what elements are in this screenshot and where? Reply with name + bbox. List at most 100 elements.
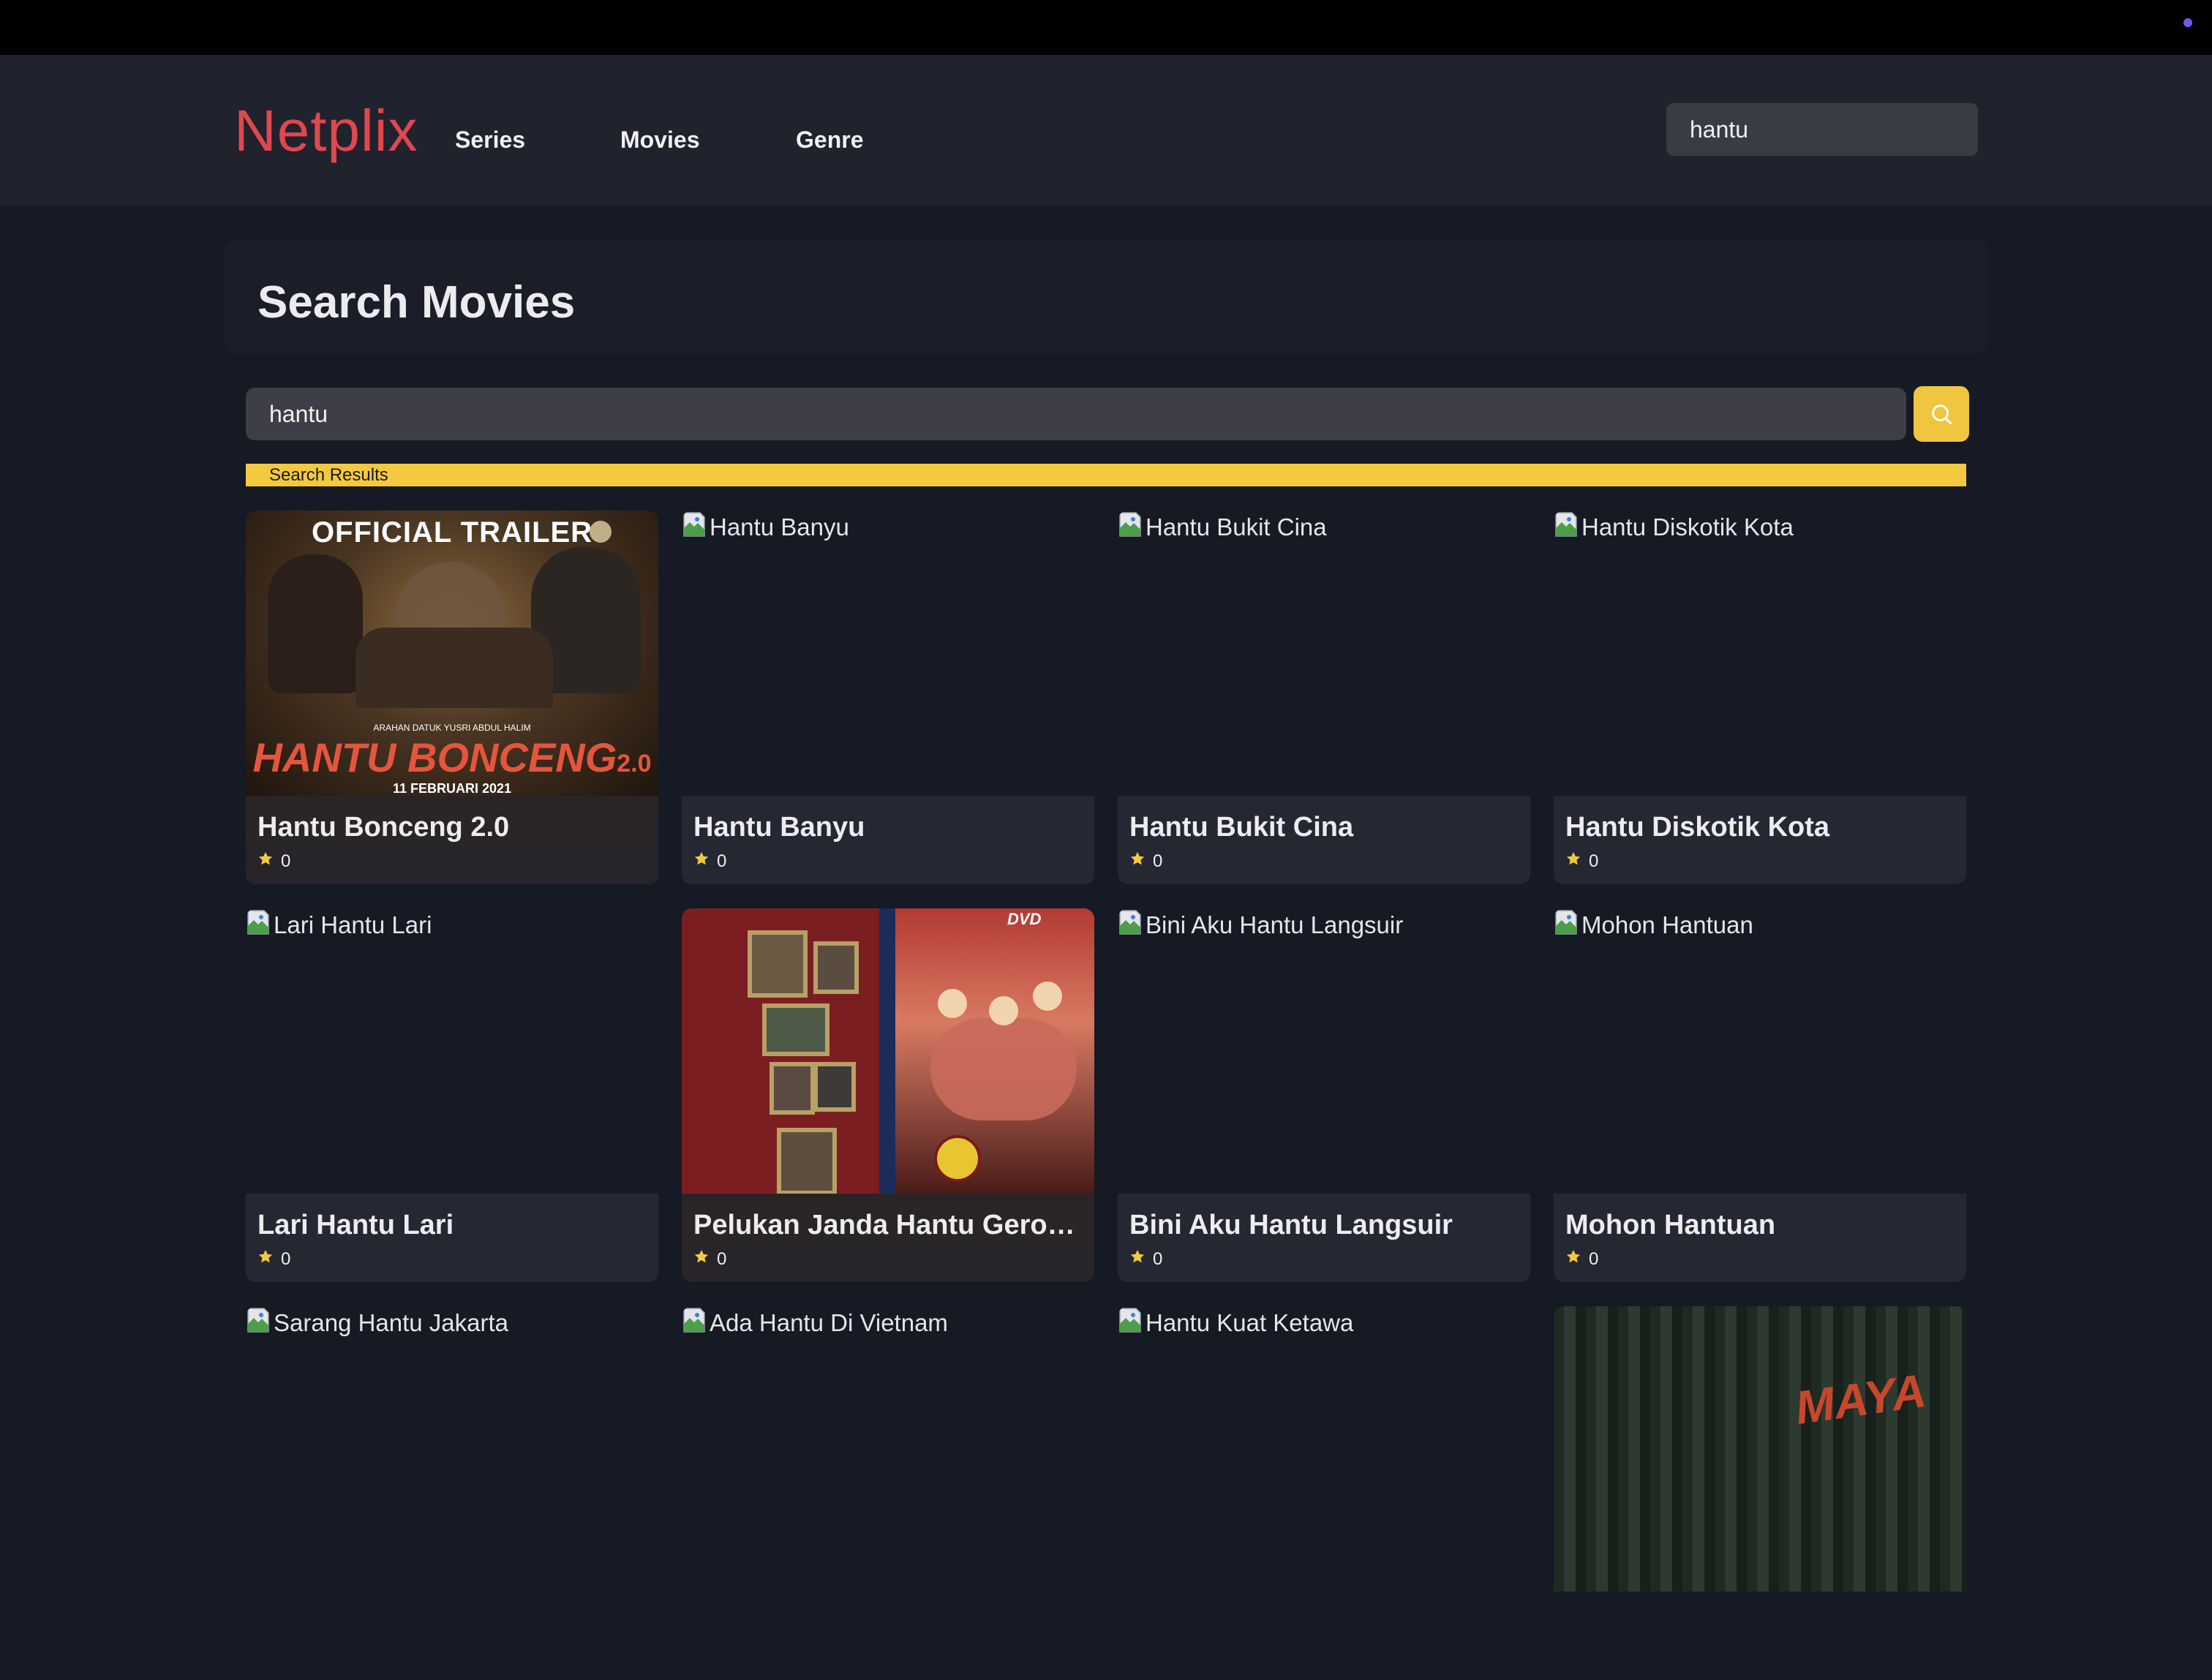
movie-title[interactable]: Mohon Hantuan <box>1565 1210 1955 1241</box>
movie-poster: MAYA <box>1554 1306 1966 1592</box>
poster-alt-text: Lari Hantu Lari <box>246 908 432 942</box>
broken-image-icon <box>1118 1306 1143 1340</box>
poster-dvd-logo: DVD <box>1007 910 1042 928</box>
movie-rating: 0 <box>693 1248 1083 1270</box>
movie-info: Hantu Banyu 0 <box>682 796 1094 884</box>
movie-card[interactable]: Hantu Bukit Cina Hantu Bukit Cina 0 <box>1118 511 1530 884</box>
broken-image-icon <box>246 908 271 942</box>
movie-rating: 0 <box>257 1248 647 1270</box>
movie-poster: DVD <box>682 908 1094 1194</box>
poster-alt-text: Ada Hantu Di Vietnam <box>682 1306 948 1340</box>
movie-poster: Hantu Banyu <box>682 511 1094 796</box>
broken-image-icon <box>1118 511 1143 544</box>
poster-alt-text: Mohon Hantuan <box>1554 908 1753 942</box>
movie-title[interactable]: Lari Hantu Lari <box>257 1210 647 1241</box>
poster-alt-label: Hantu Banyu <box>710 513 849 540</box>
movie-rating: 0 <box>1565 1248 1955 1270</box>
poster-alt-label: Hantu Diskotik Kota <box>1581 513 1794 540</box>
poster-alt-label: Hantu Bukit Cina <box>1146 513 1327 540</box>
site-logo[interactable]: Netplix <box>234 97 418 165</box>
rating-value: 0 <box>1153 851 1163 871</box>
movie-title[interactable]: Bini Aku Hantu Langsuir <box>1129 1210 1519 1241</box>
search-button[interactable] <box>1914 386 1969 442</box>
movie-card[interactable]: Sarang Hantu Jakarta <box>246 1306 658 1680</box>
movie-poster: Mohon Hantuan <box>1554 908 1966 1194</box>
movie-info: Hantu Bonceng 2.0 0 <box>246 796 658 884</box>
movie-rating: 0 <box>1129 1248 1519 1270</box>
movie-info: Lari Hantu Lari 0 <box>246 1194 658 1282</box>
search-input[interactable] <box>246 388 1906 440</box>
nav-series[interactable]: Series <box>455 127 525 154</box>
broken-image-icon <box>1118 908 1143 942</box>
movie-card[interactable]: Ada Hantu Di Vietnam <box>682 1306 1094 1680</box>
movie-card[interactable]: MAYA <box>1554 1306 1966 1680</box>
poster-alt-text: Sarang Hantu Jakarta <box>246 1306 508 1340</box>
star-icon <box>1565 851 1581 872</box>
poster-alt-label: Bini Aku Hantu Langsuir <box>1146 911 1404 938</box>
movie-info: Pelukan Janda Hantu Geron… 0 <box>682 1194 1094 1282</box>
rating-value: 0 <box>1589 1248 1599 1269</box>
movie-poster: Hantu Diskotik Kota <box>1554 511 1966 796</box>
broken-image-icon <box>682 1306 707 1340</box>
movie-poster: Hantu Bukit Cina <box>1118 511 1530 796</box>
poster-alt-label: Hantu Kuat Ketawa <box>1146 1309 1354 1336</box>
nav-movies[interactable]: Movies <box>620 127 699 154</box>
star-icon <box>257 851 274 872</box>
poster-credit: ARAHAN DATUK YUSRI ABDUL HALIM <box>373 723 531 733</box>
top-navigation: Netplix Series Movies Genre <box>0 55 2212 206</box>
movie-info: Hantu Bukit Cina 0 <box>1118 796 1530 884</box>
star-icon <box>1129 1248 1146 1270</box>
broken-image-icon <box>1554 908 1579 942</box>
movie-title[interactable]: Pelukan Janda Hantu Geron… <box>693 1210 1083 1241</box>
movie-card[interactable]: Bini Aku Hantu Langsuir Bini Aku Hantu La… <box>1118 908 1530 1282</box>
poster-heading: OFFICIAL TRAILER <box>311 516 593 549</box>
star-icon <box>1129 851 1146 872</box>
broken-image-icon <box>682 511 707 544</box>
movie-info: Hantu Diskotik Kota 0 <box>1554 796 1966 884</box>
movie-title[interactable]: Hantu Banyu <box>693 812 1083 843</box>
movie-rating: 0 <box>1565 851 1955 872</box>
poster-alt-text: Hantu Kuat Ketawa <box>1118 1306 1353 1340</box>
movie-card[interactable]: Lari Hantu Lari Lari Hantu Lari 0 <box>246 908 658 1282</box>
poster-alt-label: Sarang Hantu Jakarta <box>274 1309 509 1336</box>
movie-poster: Lari Hantu Lari <box>246 908 658 1194</box>
star-icon <box>257 1248 274 1270</box>
broken-image-icon <box>246 1306 271 1340</box>
rating-value: 0 <box>1153 1248 1163 1269</box>
movie-poster: Bini Aku Hantu Langsuir <box>1118 908 1530 1194</box>
nav-genre[interactable]: Genre <box>796 127 863 154</box>
star-icon <box>1565 1248 1581 1270</box>
page-title: Search Movies <box>257 277 576 328</box>
rating-value: 0 <box>717 1248 727 1269</box>
movie-card[interactable]: Mohon Hantuan Mohon Hantuan 0 <box>1554 908 1966 1282</box>
poster-alt-text: Bini Aku Hantu Langsuir <box>1118 908 1403 942</box>
search-icon <box>1932 404 1952 425</box>
movie-title[interactable]: Hantu Bukit Cina <box>1129 812 1519 843</box>
star-icon <box>693 1248 710 1270</box>
movie-poster: OFFICIAL TRAILER ARAHAN DATUK YUSRI ABDUL… <box>246 511 658 796</box>
movie-card[interactable]: Hantu Diskotik Kota Hantu Diskotik Kota 0 <box>1554 511 1966 884</box>
movie-card[interactable]: Hantu Kuat Ketawa <box>1118 1306 1530 1680</box>
poster-logo: HANTU BONCENG <box>252 734 617 780</box>
header-search-input[interactable] <box>1666 103 1978 156</box>
movie-poster: Hantu Kuat Ketawa <box>1118 1306 1530 1592</box>
movie-title[interactable]: Hantu Diskotik Kota <box>1565 812 1955 843</box>
poster-alt-label: Lari Hantu Lari <box>274 911 432 938</box>
poster-date: 11 FEBRUARI 2021 <box>392 781 512 796</box>
rating-value: 0 <box>1589 851 1599 871</box>
poster-alt-text: Hantu Diskotik Kota <box>1554 511 1794 544</box>
search-results-label: Search Results <box>246 464 1966 486</box>
star-icon <box>693 851 710 872</box>
movie-poster: Ada Hantu Di Vietnam <box>682 1306 1094 1592</box>
status-dot-icon <box>2183 18 2192 27</box>
movie-card[interactable]: Hantu Banyu Hantu Banyu 0 <box>682 511 1094 884</box>
movie-card[interactable]: DVD Pelukan Janda Hantu Geron… 0 <box>682 908 1094 1282</box>
poster-alt-label: Mohon Hantuan <box>1581 911 1753 938</box>
poster-alt-text: Hantu Bukit Cina <box>1118 511 1327 544</box>
page-title-card: Search Movies <box>223 240 1989 354</box>
movie-card[interactable]: OFFICIAL TRAILER ARAHAN DATUK YUSRI ABDUL… <box>246 511 658 884</box>
movie-title[interactable]: Hantu Bonceng 2.0 <box>257 812 647 843</box>
poster-alt-label: Ada Hantu Di Vietnam <box>710 1309 948 1336</box>
rating-value: 0 <box>281 1248 291 1269</box>
movie-info: Mohon Hantuan 0 <box>1554 1194 1966 1282</box>
